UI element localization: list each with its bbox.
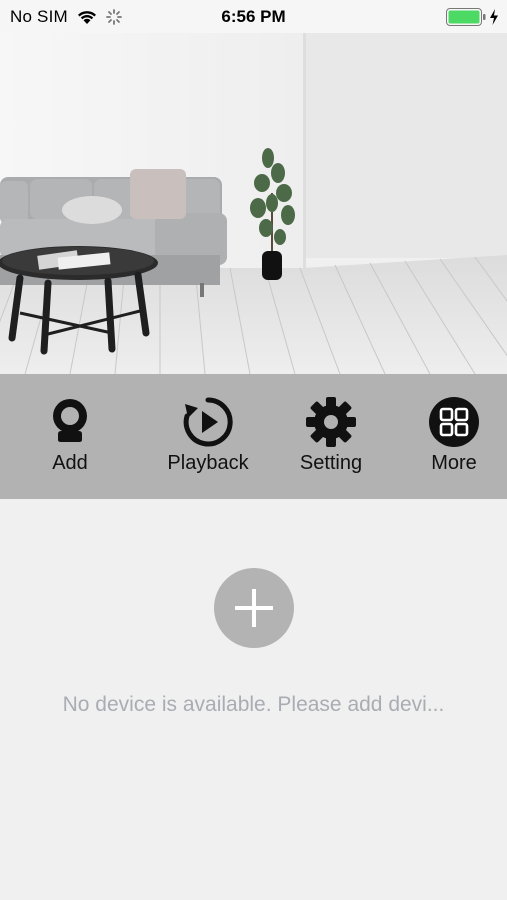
camera-icon [44,396,96,448]
status-right [446,8,499,26]
toolbar: Add Playback Setting More [0,374,507,499]
more-label: More [431,452,477,474]
empty-state-message: No device is available. Please add devi.… [62,693,445,716]
gear-icon [305,396,357,448]
banner-image [0,33,507,374]
playback-icon [182,396,234,448]
add-device-button[interactable] [214,568,294,648]
status-time: 6:56 PM [221,7,286,26]
setting-label: Setting [299,452,363,474]
grid-icon [428,396,480,448]
playback-label: Playback [167,452,249,474]
plus-icon [235,589,273,627]
playback-button[interactable]: Playback [152,396,264,482]
add-button[interactable]: Add [30,396,110,482]
charging-bolt-icon [489,9,499,25]
setting-button[interactable]: Setting [283,396,379,482]
add-label: Add [52,452,88,474]
battery-icon [446,8,486,26]
status-bar: No SIM 6:56 PM [0,0,507,33]
more-button[interactable]: More [414,396,494,482]
